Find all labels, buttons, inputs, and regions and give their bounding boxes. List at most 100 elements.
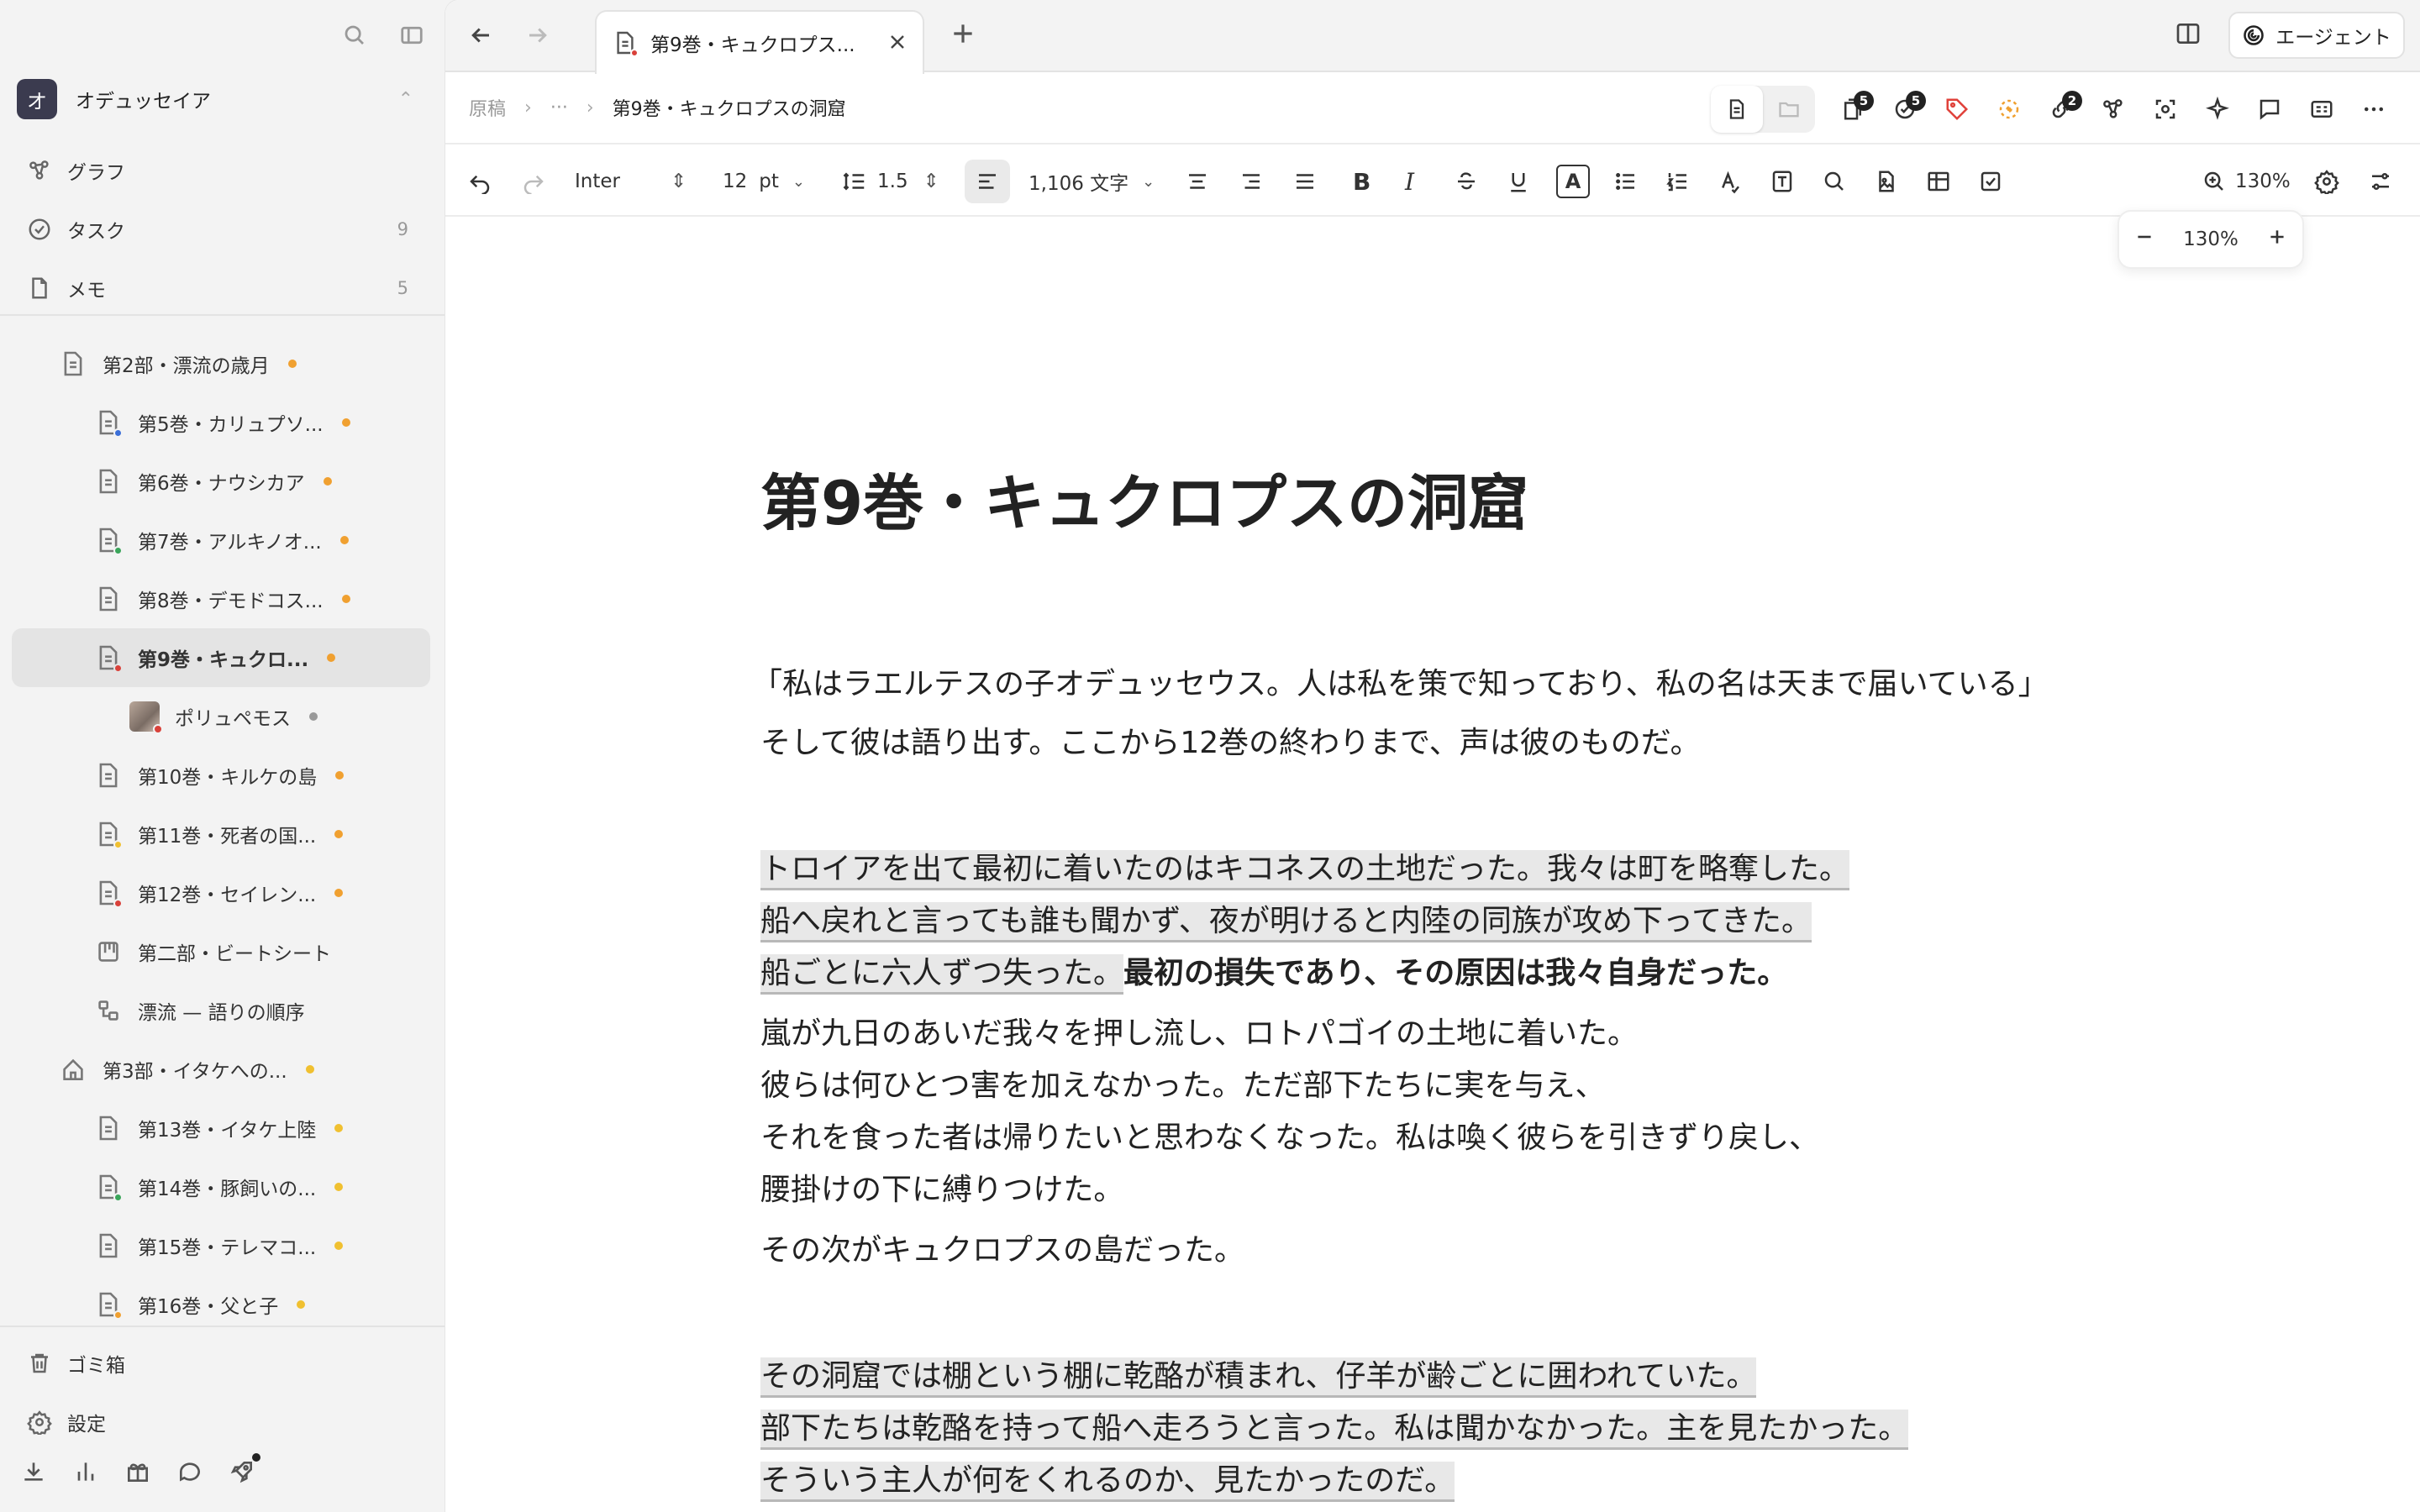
editor-canvas[interactable]: 第9巻・キュクロプスの洞窟 「私はラエルテスの子オデュッセウス。人は私を策で知っ… — [445, 218, 2420, 1512]
align-justify-button[interactable] — [1292, 160, 1318, 203]
folder-view-button[interactable] — [1763, 86, 1815, 133]
forward-arrow-icon[interactable] — [521, 18, 555, 52]
font-family-select[interactable]: Inter ⇕ — [575, 160, 687, 203]
strikethrough-icon[interactable] — [1454, 160, 1479, 203]
status-dot — [339, 536, 349, 544]
tree-item[interactable]: 第8巻・デモドコス... — [12, 570, 430, 628]
tree-item[interactable]: 第二部・ビートシート — [12, 922, 430, 981]
align-left-button[interactable] — [965, 160, 1010, 203]
paragraph[interactable]: そして彼は語り出す。ここから12巻の終わりまで、声は彼のものだ。 — [760, 717, 1701, 769]
tree-item[interactable]: ポリュペモス — [12, 687, 430, 746]
gift-icon[interactable] — [124, 1458, 151, 1485]
ai-sparkle-icon[interactable] — [2191, 86, 2244, 133]
paragraph[interactable]: 彼らは何ひとつ害を加えなかった。ただ部下たちに実を与え、 — [760, 1060, 1605, 1112]
align-center-button[interactable] — [1185, 160, 1210, 203]
font-size-select[interactable]: 12 pt ⌄ — [723, 160, 805, 203]
sidebar-item-notes[interactable]: メモ 5 — [17, 259, 429, 318]
close-icon[interactable] — [887, 32, 908, 52]
find-icon[interactable] — [1822, 160, 1847, 203]
search-icon[interactable] — [338, 18, 371, 52]
sidebar-item-settings[interactable]: 設定 — [17, 1393, 429, 1452]
link-icon[interactable]: 2 — [2035, 86, 2087, 133]
highlighted-paragraph[interactable]: そういう主人が何をくれるのか、見たかったのだ。 — [760, 1455, 1455, 1507]
tree-item[interactable]: 第12巻・セイレン... — [12, 864, 430, 922]
paragraph[interactable]: 嵐が九日のあいだ我々を押し流し、ロトパゴイの土地に着いた。 — [760, 1008, 1638, 1060]
workspace-switcher[interactable]: オ オデュッセイア ⌃ — [17, 79, 429, 119]
highlighted-paragraph[interactable]: 部下たちは乾酪を持って船へ走ろうと言った。私は聞かなかった。主を見たかった。 — [760, 1403, 1909, 1455]
align-right-button[interactable] — [1239, 160, 1264, 203]
clear-format-icon[interactable] — [1718, 160, 1743, 203]
tab-bar: 第9巻・キュクロプス... エージェント — [445, 0, 2420, 74]
image-icon[interactable] — [1874, 160, 1899, 203]
checkbox-icon[interactable] — [1978, 160, 2003, 203]
tree-item[interactable]: 第10巻・キルケの島 — [12, 746, 430, 805]
paragraph[interactable]: 「私はラエルテスの子オデュッセウス。人は私を策で知っており、私の名は天まで届いて… — [752, 659, 2049, 711]
sliders-icon[interactable] — [2368, 160, 2393, 203]
zoom-in-button[interactable] — [2266, 226, 2288, 253]
line-height-select[interactable]: 1.5 ⇕ — [842, 160, 939, 203]
bullet-list-icon[interactable] — [1613, 160, 1639, 203]
tasks-icon[interactable]: 5 — [1879, 86, 1931, 133]
paragraph[interactable]: その次がキュクロプスの島だった。 — [760, 1225, 1244, 1277]
chat-icon[interactable] — [176, 1458, 203, 1485]
back-arrow-icon[interactable] — [464, 18, 497, 52]
main-area: 第9巻・キュクロプス... エージェント 原稿 › ··· › 第9巻・キュクロ… — [445, 0, 2420, 1512]
paragraph[interactable]: 腰掛けの下に縛りつけた。 — [760, 1164, 1123, 1216]
new-tab-plus-icon[interactable] — [950, 20, 980, 50]
zoom-value: 130% — [2235, 171, 2291, 192]
text-box-icon[interactable] — [1770, 160, 1795, 203]
gear-icon[interactable] — [2314, 160, 2339, 203]
status-circle-icon[interactable] — [1983, 86, 2035, 133]
tree-item[interactable]: 第3部・イタケへの... — [12, 1040, 430, 1099]
document-title[interactable]: 第9巻・キュクロプスの洞窟 — [760, 454, 1528, 542]
tree-item-active[interactable]: 第9巻・キュクロ... — [12, 628, 430, 687]
more-icon[interactable] — [2348, 86, 2400, 133]
undo-icon[interactable] — [467, 160, 492, 203]
rocket-icon[interactable] — [229, 1453, 260, 1488]
highlighted-paragraph[interactable]: トロイアを出て最初に着いたのはキコネスの土地だった。我々は町を略奪した。 — [760, 843, 1850, 895]
tree-item[interactable]: 第6巻・ナウシカア — [12, 452, 430, 511]
tree-item[interactable]: 漂流 — 語りの順序 — [12, 981, 430, 1040]
tag-icon[interactable] — [1931, 86, 1983, 133]
numbered-list-icon[interactable] — [1665, 160, 1691, 203]
agent-button[interactable]: エージェント — [2228, 12, 2405, 59]
highlighted-paragraph[interactable]: 船ごとに六人ずつ失った。最初の損失であり、その原因は我々自身だった。 — [760, 948, 1787, 1000]
underline-icon[interactable] — [1506, 160, 1531, 203]
status-dot — [327, 654, 336, 662]
text-color-button[interactable]: A — [1556, 160, 1590, 203]
tab-active[interactable]: 第9巻・キュクロプス... — [595, 10, 924, 74]
tree-item[interactable]: 第14巻・豚飼いの... — [12, 1158, 430, 1216]
zoom-button[interactable]: 130% — [2202, 160, 2291, 203]
sidebar-toggle-icon[interactable] — [395, 18, 429, 52]
tree-item[interactable]: 第5巻・カリュプソ... — [12, 393, 430, 452]
split-view-icon[interactable] — [2175, 20, 2202, 50]
zoom-out-button[interactable] — [2133, 226, 2155, 253]
focus-icon[interactable] — [2139, 86, 2191, 133]
breadcrumb-ellipsis[interactable]: ··· — [550, 97, 568, 118]
redo-icon[interactable] — [521, 160, 546, 203]
sidebar-item-trash[interactable]: ゴミ箱 — [17, 1334, 429, 1393]
table-icon[interactable] — [1926, 160, 1951, 203]
tree-item[interactable]: 第15巻・テレマコ... — [12, 1216, 430, 1275]
word-count-select[interactable]: 1,106 文字 ⌄ — [1028, 160, 1155, 203]
sidebar-item-tasks[interactable]: タスク 9 — [17, 200, 429, 259]
id-card-icon[interactable] — [2296, 86, 2348, 133]
tree-item[interactable]: 第11巻・死者の国... — [12, 805, 430, 864]
graph-icon[interactable] — [2087, 86, 2139, 133]
stats-icon[interactable] — [72, 1458, 99, 1485]
document-icon — [97, 468, 119, 495]
highlighted-paragraph[interactable]: その洞窟では棚という棚に乾酪が積まれ、仔羊が齢ごとに囲われていた。 — [760, 1351, 1757, 1403]
comment-icon[interactable] — [2244, 86, 2296, 133]
tree-item[interactable]: 第7巻・アルキノオ... — [12, 511, 430, 570]
pages-icon[interactable]: 5 — [1827, 86, 1879, 133]
bold-button[interactable]: B — [1353, 160, 1370, 203]
sidebar-item-graph[interactable]: グラフ — [17, 141, 429, 200]
download-icon[interactable] — [20, 1458, 47, 1485]
paragraph[interactable]: それを食った者は帰りたいと思わなくなった。私は喚く彼らを引きずり戻し、 — [760, 1112, 1819, 1164]
italic-button[interactable]: I — [1405, 160, 1414, 203]
tree-item[interactable]: 第13巻・イタケ上陸 — [12, 1099, 430, 1158]
document-view-button[interactable] — [1711, 86, 1763, 133]
breadcrumb-root[interactable]: 原稿 — [469, 94, 506, 121]
highlighted-paragraph[interactable]: 船へ戻れと言っても誰も聞かず、夜が明けると内陸の同族が攻め下ってきた。 — [760, 895, 1812, 948]
tree-item[interactable]: 第2部・漂流の歳月 — [12, 334, 430, 393]
